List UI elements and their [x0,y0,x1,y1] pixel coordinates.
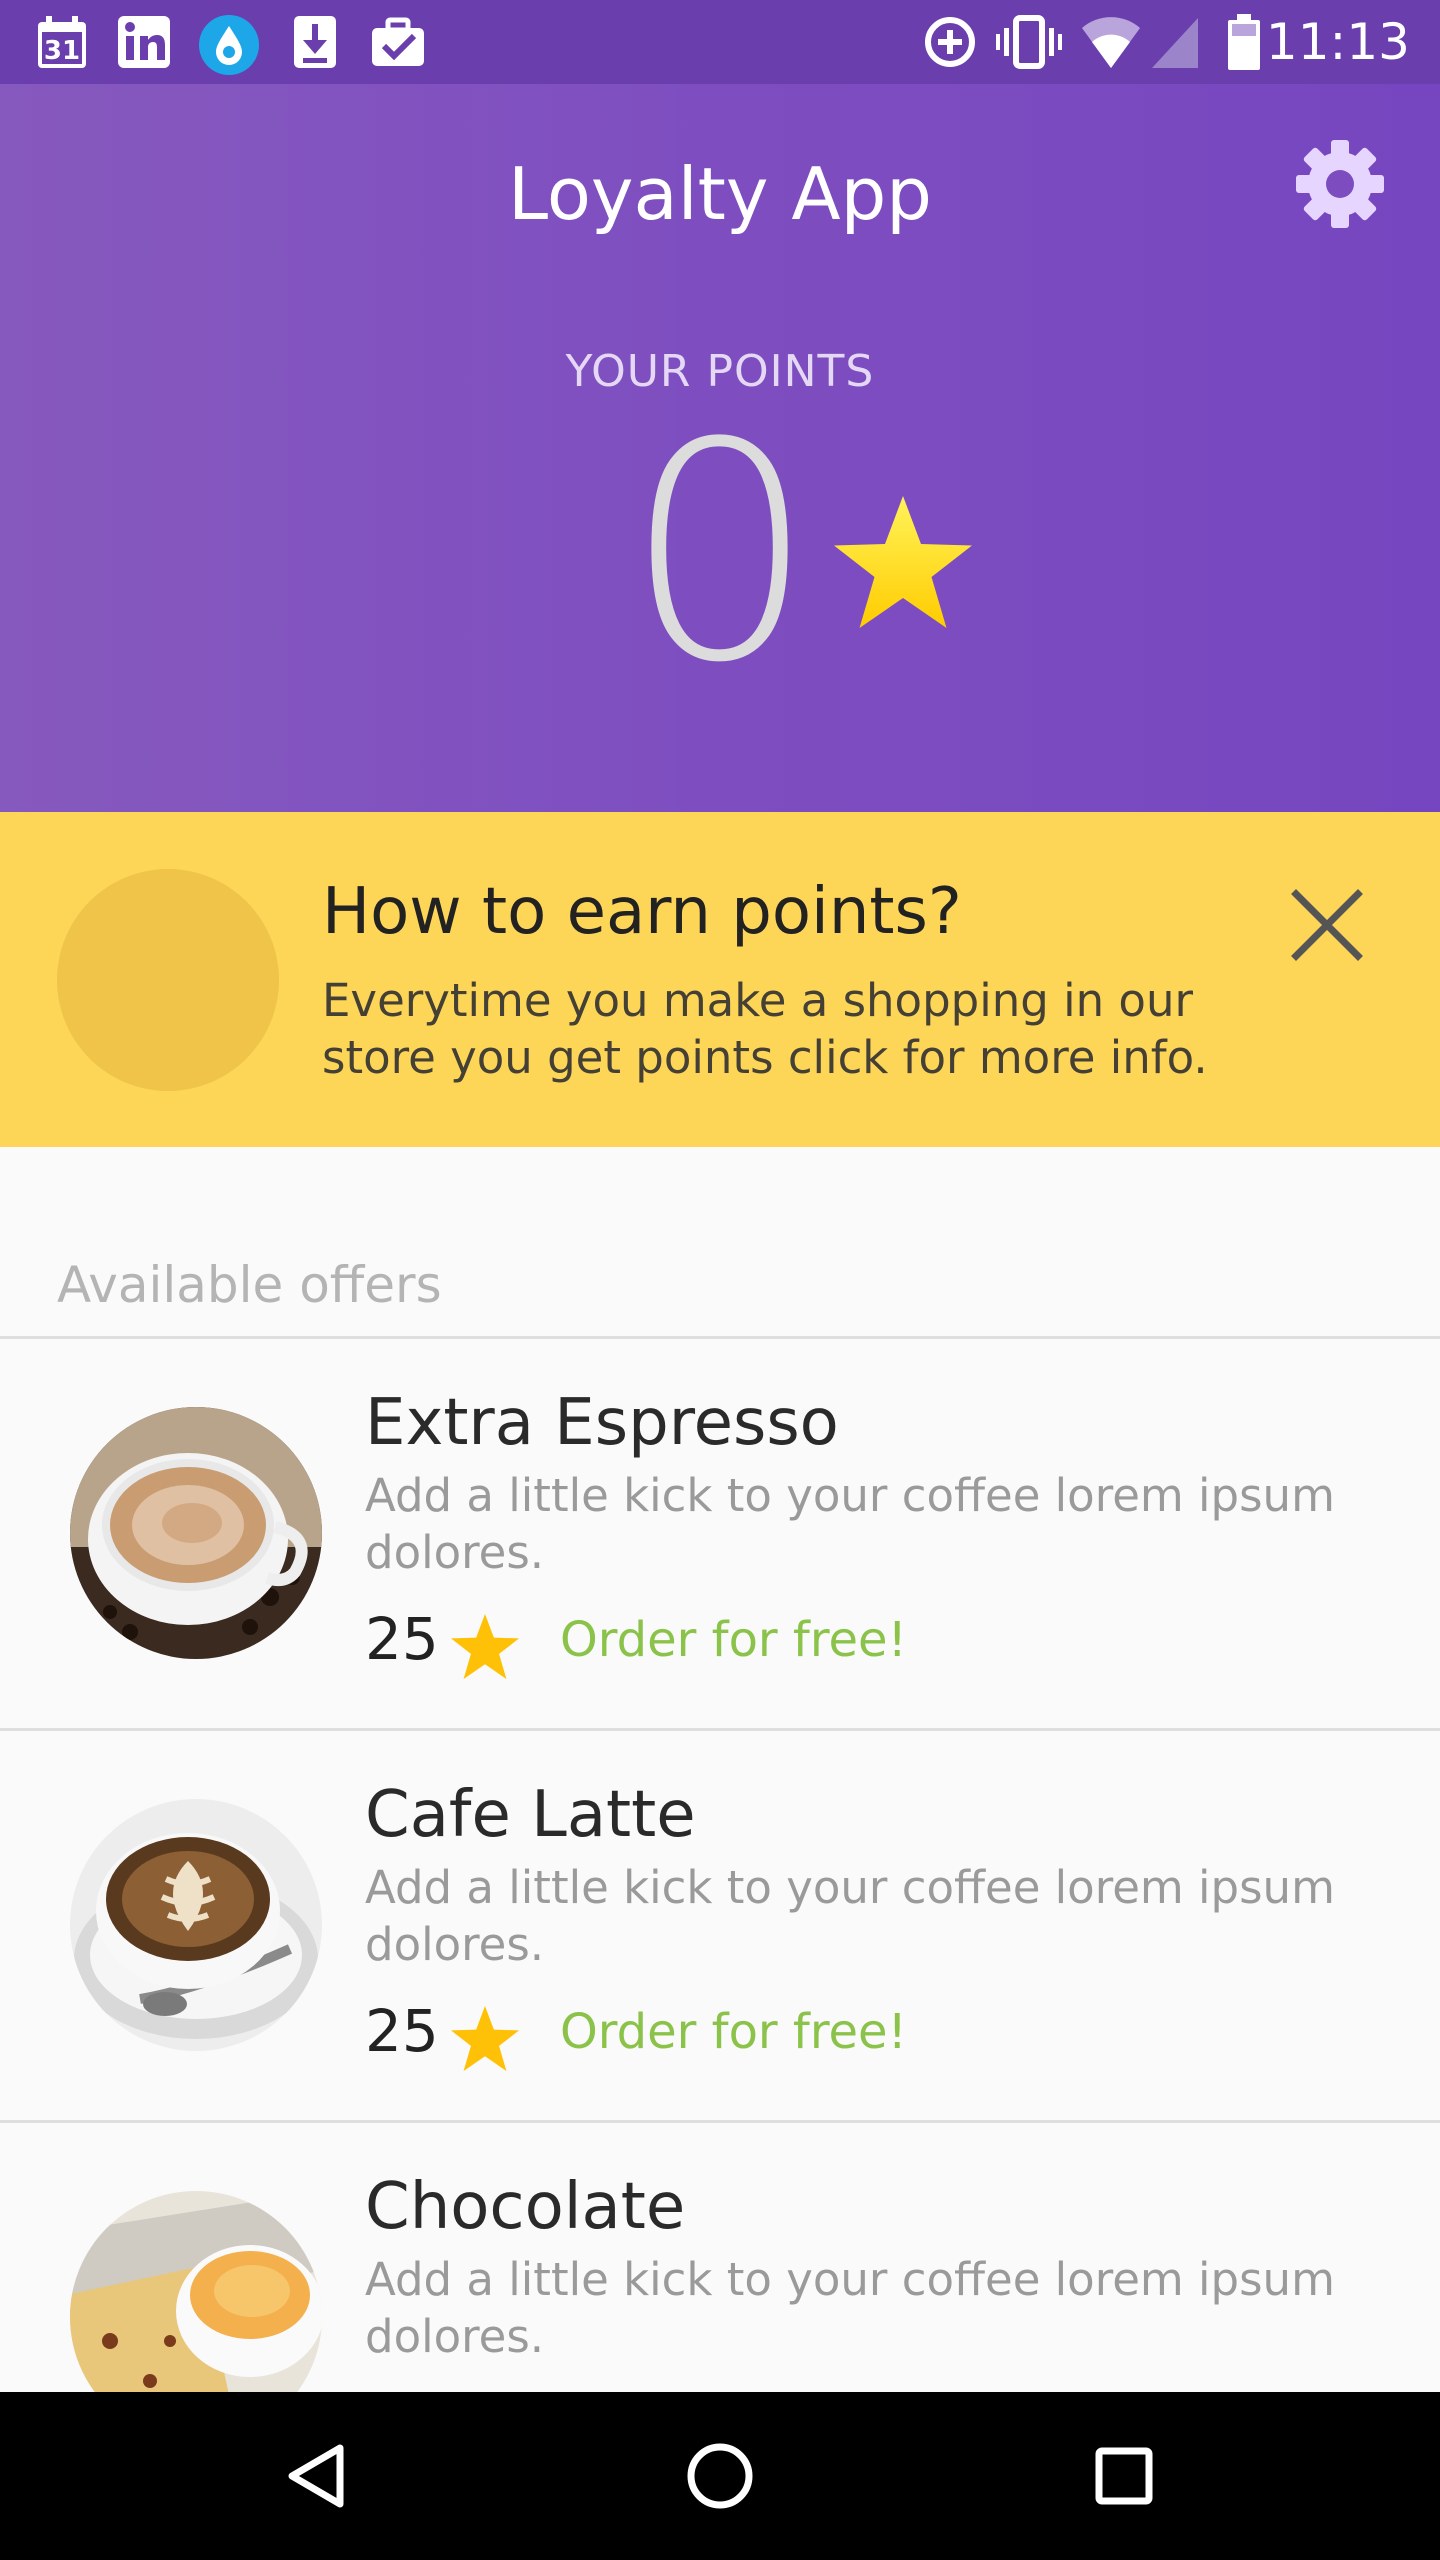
nav-recents-button[interactable] [1064,2416,1184,2536]
banner-avatar [57,869,279,1091]
download-icon [292,14,338,74]
offer-image [70,2191,322,2392]
earn-points-banner[interactable]: How to earn points? Everytime you make a… [0,812,1440,1147]
back-icon [288,2444,344,2508]
system-nav-bar [0,2392,1440,2560]
calendar-icon: 31 [34,14,90,74]
offer-points: 25 [365,1997,439,2065]
star-icon [448,1611,522,1685]
banner-close-button[interactable] [1282,880,1372,970]
offer-description: Add a little kick to your coffee lorem i… [365,1469,1335,1579]
status-bar: 31 11:13 [0,0,1440,84]
offer-item-chocolate[interactable]: Chocolate Add a little kick to your coff… [0,2123,1440,2392]
points-header: Loyalty App YOUR POINTS 0 [0,84,1440,812]
app-drop-icon [198,14,260,80]
offer-item-extra-espresso[interactable]: Extra Espresso Add a little kick to your… [0,1339,1440,1729]
vibrate-icon [996,14,1062,74]
briefcase-check-icon [370,14,426,74]
data-saver-icon [922,14,978,74]
cell-signal-icon [1150,14,1200,74]
home-icon [687,2443,753,2509]
clock-time: 11:13 [1265,13,1410,71]
order-free-link[interactable]: Order for free! [560,1607,907,1673]
banner-title: How to earn points? [322,875,962,949]
banner-text: Everytime you make a shopping in our sto… [322,974,1208,1084]
offer-description: Add a little kick to your coffee lorem i… [365,1861,1335,1971]
star-icon [828,490,978,640]
gear-icon [1296,140,1384,228]
section-title: Available offers [57,1256,442,1314]
app-title: Loyalty App [507,152,933,236]
offer-image [70,1799,322,2051]
calendar-date: 31 [44,36,80,66]
nav-back-button[interactable] [256,2416,376,2536]
linkedin-icon [116,14,172,74]
order-free-link[interactable]: Order for free! [560,1999,907,2065]
settings-button[interactable] [1290,134,1390,234]
battery-icon [1226,14,1262,76]
offer-points: 25 [365,1605,439,1673]
offer-item-cafe-latte[interactable]: Cafe Latte Add a little kick to your cof… [0,1731,1440,2121]
offer-image [70,1407,322,1659]
offer-title: Chocolate [365,2170,686,2244]
nav-home-button[interactable] [660,2416,780,2536]
star-icon [448,2003,522,2077]
offer-title: Cafe Latte [365,1778,696,1852]
recents-icon [1095,2447,1153,2505]
points-value: 0 [624,379,816,728]
close-icon [1291,889,1363,961]
offer-description: Add a little kick to your coffee lorem i… [365,2253,1335,2363]
offer-title: Extra Espresso [365,1386,839,1460]
wifi-icon [1080,14,1142,74]
